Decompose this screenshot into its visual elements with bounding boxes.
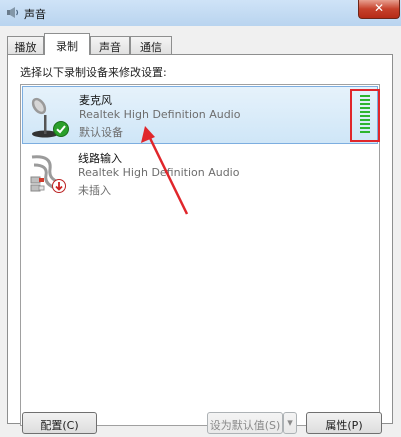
window-client: 播放 录制 声音 通信 选择以下录制设备来修改设置: 麦克风 Realtek H… xyxy=(0,26,401,437)
configure-button[interactable]: 配置(C) xyxy=(22,412,97,434)
level-meter-highlight xyxy=(350,89,380,142)
tab-panel: 选择以下录制设备来修改设置: 麦克风 Realtek High Definiti… xyxy=(7,54,393,426)
device-driver: Realtek High Definition Audio xyxy=(78,166,240,179)
red-down-arrow-icon xyxy=(52,179,66,193)
tab-sounds[interactable]: 声音 xyxy=(90,36,130,54)
level-bar xyxy=(360,131,370,133)
device-item-line-in[interactable]: 线路输入 Realtek High Definition Audio 未插入 xyxy=(22,145,378,203)
close-button[interactable]: ✕ xyxy=(358,0,400,19)
level-bar xyxy=(360,119,370,121)
device-item-microphone[interactable]: 麦克风 Realtek High Definition Audio 默认设备 xyxy=(22,86,380,144)
tab-communications[interactable]: 通信 xyxy=(130,36,172,54)
set-default-button[interactable]: 设为默认值(S) xyxy=(207,412,283,434)
tab-label: 声音 xyxy=(99,41,121,54)
tab-recording[interactable]: 录制 xyxy=(44,33,90,55)
instruction-text: 选择以下录制设备来修改设置: xyxy=(20,66,167,79)
level-bar xyxy=(360,99,370,101)
window-title: 声音 xyxy=(24,8,46,21)
tab-label: 通信 xyxy=(140,41,162,54)
level-bar xyxy=(360,107,370,109)
tab-playback[interactable]: 播放 xyxy=(7,36,44,54)
button-label: 配置(C) xyxy=(40,419,79,432)
level-bar xyxy=(360,115,370,117)
tab-label: 播放 xyxy=(14,41,37,54)
tab-label: 录制 xyxy=(56,40,78,53)
green-check-icon xyxy=(53,121,69,137)
level-bar xyxy=(360,111,370,113)
close-icon: ✕ xyxy=(373,1,385,15)
device-name: 麦克风 xyxy=(79,94,112,107)
speaker-icon xyxy=(7,7,19,18)
properties-button[interactable]: 属性(P) xyxy=(306,412,382,434)
level-bar xyxy=(360,127,370,129)
device-driver: Realtek High Definition Audio xyxy=(79,108,241,121)
level-bar xyxy=(360,123,370,125)
device-list[interactable]: 麦克风 Realtek High Definition Audio 默认设备 线… xyxy=(20,84,380,426)
chevron-down-icon: ▾ xyxy=(287,416,293,429)
device-status: 未插入 xyxy=(78,184,111,197)
set-default-dropdown[interactable]: ▾ xyxy=(283,412,297,434)
level-bar xyxy=(360,103,370,105)
level-meter xyxy=(360,95,370,136)
button-label: 属性(P) xyxy=(325,419,363,432)
device-status: 默认设备 xyxy=(79,126,123,139)
title-bar: 声音 ✕ xyxy=(0,0,401,27)
button-label: 设为默认值(S) xyxy=(209,419,281,432)
level-bar xyxy=(360,95,370,97)
device-name: 线路输入 xyxy=(78,152,122,165)
